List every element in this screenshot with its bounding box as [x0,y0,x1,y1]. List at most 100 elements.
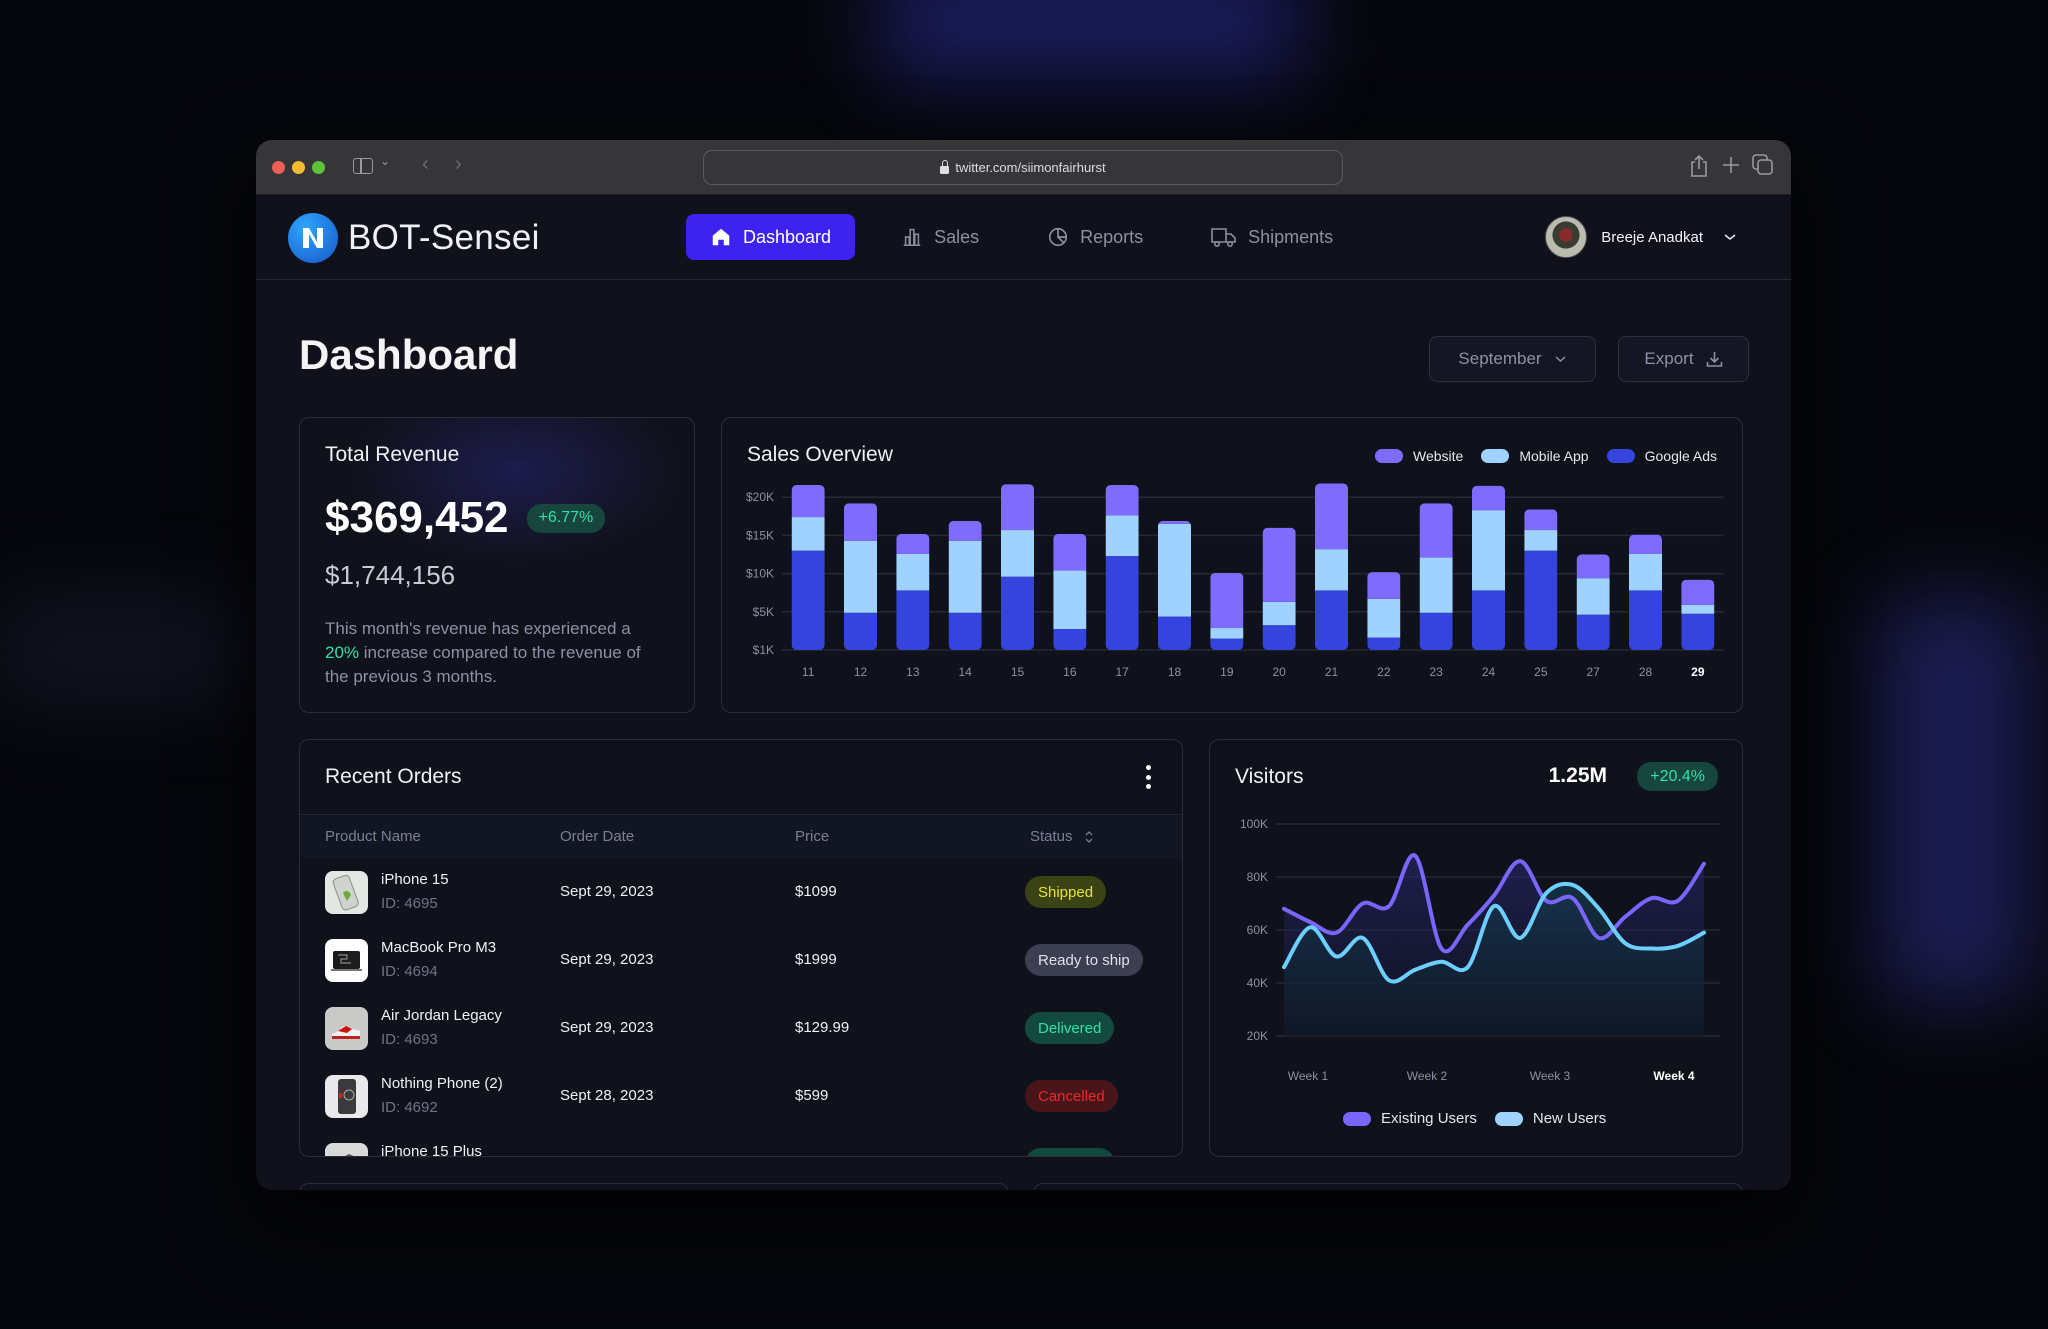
bar-segment-mobile-app[interactable] [896,553,930,591]
app-logo[interactable]: BOT-Sensei [288,213,540,263]
share-icon[interactable] [1690,154,1708,178]
bar-segment-google-ads[interactable] [1158,616,1191,650]
bar-segment-mobile-app[interactable] [1681,604,1715,614]
bar-segment-mobile-app[interactable] [791,517,825,551]
nav-dashboard[interactable]: Dashboard [686,214,856,260]
close-window-button[interactable] [272,161,285,174]
bar-stack[interactable] [1315,483,1348,650]
bar-segment-website[interactable] [1472,485,1505,511]
product-name[interactable]: iPhone 15 Plus [381,1143,482,1156]
table-row[interactable]: MacBook Pro M3 ID: 4694 Sept 29, 2023 $1… [300,927,1182,995]
column-header-date[interactable]: Order Date [560,828,634,845]
bar-stack[interactable] [1210,572,1244,650]
bar-stack[interactable] [896,533,930,650]
bar-segment-google-ads[interactable] [1315,590,1348,650]
bar-segment-google-ads[interactable] [948,612,982,650]
chevron-down-icon[interactable]: ⌄ [380,154,390,168]
bar-segment-website[interactable] [1158,520,1191,524]
maximize-window-button[interactable] [312,161,325,174]
bar-segment-website[interactable] [1629,534,1662,554]
bar-segment-website[interactable] [844,503,877,541]
nav-sales[interactable]: Sales [879,214,1001,260]
back-icon[interactable]: ‹ [422,153,429,176]
bar-segment-website[interactable] [1001,484,1034,531]
new-tab-icon[interactable] [1722,156,1740,174]
bar-segment-google-ads[interactable] [1419,612,1453,650]
table-row[interactable]: Air Jordan Legacy ID: 4693 Sept 29, 2023… [300,995,1182,1063]
tabs-overview-icon[interactable] [1752,154,1774,176]
bar-segment-mobile-app[interactable] [1576,578,1610,615]
bar-segment-google-ads[interactable] [1576,614,1610,650]
table-row[interactable]: iPhone 15 ID: 4695 Sept 29, 2023 $1099 S… [300,859,1182,927]
bar-segment-mobile-app[interactable] [1472,510,1505,591]
bar-segment-google-ads[interactable] [1524,550,1558,650]
bar-stack[interactable] [1001,484,1034,650]
bar-stack[interactable] [1576,554,1610,651]
column-header-product[interactable]: Product Name [325,828,421,845]
bar-segment-website[interactable] [1681,579,1715,605]
bar-segment-google-ads[interactable] [844,612,877,650]
bar-segment-mobile-app[interactable] [1210,628,1244,639]
more-options-icon[interactable] [1144,765,1152,789]
bar-segment-google-ads[interactable] [1629,590,1662,650]
bar-segment-mobile-app[interactable] [1419,557,1453,613]
bar-segment-website[interactable] [1419,503,1453,558]
forward-icon[interactable]: › [455,153,462,176]
table-row[interactable]: Nothing Phone (2) ID: 4692 Sept 28, 2023… [300,1063,1182,1131]
bar-segment-website[interactable] [896,533,930,554]
bar-stack[interactable] [1105,484,1139,650]
bar-segment-google-ads[interactable] [1367,637,1401,650]
bar-segment-mobile-app[interactable] [948,540,982,613]
bar-segment-google-ads[interactable] [1472,590,1505,650]
bar-segment-google-ads[interactable] [1105,556,1139,650]
bar-segment-website[interactable] [1105,484,1139,516]
product-name[interactable]: iPhone 15 [381,871,449,888]
bar-stack[interactable] [1053,533,1087,650]
bar-stack[interactable] [1524,509,1558,650]
bar-segment-website[interactable] [1315,483,1348,550]
bar-stack[interactable] [1419,503,1453,650]
bar-segment-mobile-app[interactable] [1001,530,1034,577]
bar-stack[interactable] [1629,534,1662,650]
bar-segment-website[interactable] [791,484,825,518]
minimize-window-button[interactable] [292,161,305,174]
bar-segment-google-ads[interactable] [1681,613,1715,650]
bar-segment-mobile-app[interactable] [1367,598,1401,638]
bar-segment-google-ads[interactable] [1210,638,1244,650]
bar-segment-website[interactable] [1210,572,1244,629]
user-menu[interactable]: Breeje Anadkat [1545,216,1737,258]
nav-shipments[interactable]: Shipments [1189,214,1355,260]
bar-stack[interactable] [844,503,877,650]
bar-segment-google-ads[interactable] [1001,576,1034,650]
bar-segment-google-ads[interactable] [791,550,825,650]
bar-segment-website[interactable] [1053,533,1087,571]
bar-segment-website[interactable] [948,520,982,541]
product-name[interactable]: Nothing Phone (2) [381,1075,503,1092]
column-header-price[interactable]: Price [795,828,829,845]
bar-segment-google-ads[interactable] [896,590,930,650]
legend-new-users[interactable]: New Users [1494,1110,1606,1127]
legend-existing-users[interactable]: Existing Users [1343,1110,1477,1127]
table-row[interactable]: iPhone 15 Plus [300,1131,1182,1156]
sidebar-toggle-icon[interactable] [353,158,373,174]
bar-segment-website[interactable] [1262,527,1296,602]
bar-segment-website[interactable] [1576,554,1610,579]
export-button[interactable]: Export [1618,336,1749,382]
month-select[interactable]: September [1429,336,1596,382]
bar-segment-mobile-app[interactable] [844,540,877,613]
bar-stack[interactable] [1262,527,1296,650]
bar-segment-mobile-app[interactable] [1315,549,1348,591]
bar-segment-mobile-app[interactable] [1053,570,1087,629]
bar-segment-google-ads[interactable] [1262,625,1296,650]
bar-segment-mobile-app[interactable] [1524,530,1558,551]
bar-stack[interactable] [1681,579,1715,650]
bar-segment-website[interactable] [1524,509,1558,531]
bar-segment-website[interactable] [1367,572,1401,599]
nav-reports[interactable]: Reports [1025,214,1165,260]
product-name[interactable]: MacBook Pro M3 [381,939,496,956]
bar-stack[interactable] [948,520,982,650]
bar-segment-mobile-app[interactable] [1105,515,1139,557]
bar-segment-mobile-app[interactable] [1262,601,1296,626]
bar-stack[interactable] [1367,572,1401,650]
bar-stack[interactable] [1472,485,1505,650]
